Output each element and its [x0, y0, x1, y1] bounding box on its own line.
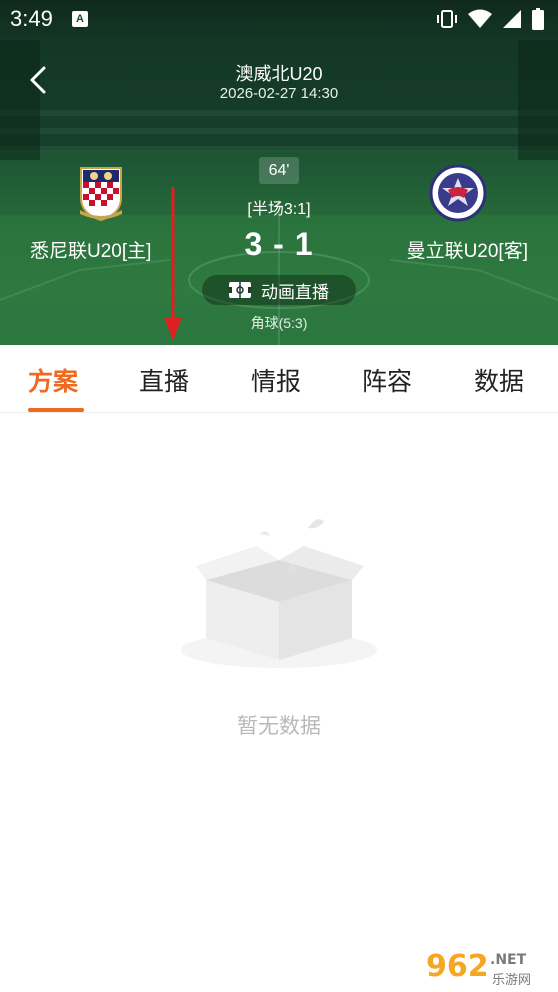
wifi-icon	[468, 9, 492, 28]
svg-text:.NET: .NET	[490, 952, 527, 968]
status-time: 3:49	[10, 6, 53, 31]
red-arrow-annotation-icon	[164, 187, 182, 341]
svg-text:乐游网: 乐游网	[492, 973, 531, 988]
tab-plan[interactable]: 方案	[28, 362, 78, 398]
status-icons	[436, 8, 544, 30]
tab-bar: 方案 直播 情报 阵容 数据	[0, 345, 558, 413]
signal-icon	[503, 10, 521, 28]
tab-live[interactable]: 直播	[139, 362, 189, 398]
tab-lineup[interactable]: 阵容	[362, 362, 412, 398]
svg-text:962: 962	[426, 949, 489, 984]
corner-count: 角球(5:3)	[250, 315, 308, 331]
animation-live-label: 动画直播	[261, 282, 329, 302]
empty-box-icon	[181, 519, 377, 668]
match-score: 3 - 1	[244, 226, 314, 262]
match-header-hero: 3:49 A 澳威北U20 2026-02-27 14:30 悉尼联U20[主]…	[0, 0, 558, 345]
halftime-score: [半场3:1]	[247, 201, 311, 218]
league-title: 澳威北U20	[235, 64, 323, 84]
tab-intel[interactable]: 情报	[251, 362, 301, 398]
match-datetime: 2026-02-27 14:30	[219, 85, 339, 102]
status-bar: 3:49 A	[0, 0, 558, 38]
vibrate-icon	[437, 10, 457, 28]
battery-icon	[532, 8, 544, 30]
a-badge-icon: A	[72, 11, 88, 27]
site-watermark-logo: 962 .NET 乐游网	[418, 944, 550, 988]
match-minute-badge: 64'	[259, 157, 299, 184]
active-tab-indicator	[28, 408, 84, 412]
pitch-icon	[229, 282, 251, 298]
animation-live-button[interactable]: 动画直播	[202, 275, 356, 305]
tab-stats[interactable]: 数据	[474, 362, 524, 398]
match-detail-screen: 3:49 A 澳威北U20 2026-02-27 14:30 悉尼联U20[主]…	[0, 0, 558, 992]
empty-state-text: 暂无数据	[237, 715, 321, 738]
